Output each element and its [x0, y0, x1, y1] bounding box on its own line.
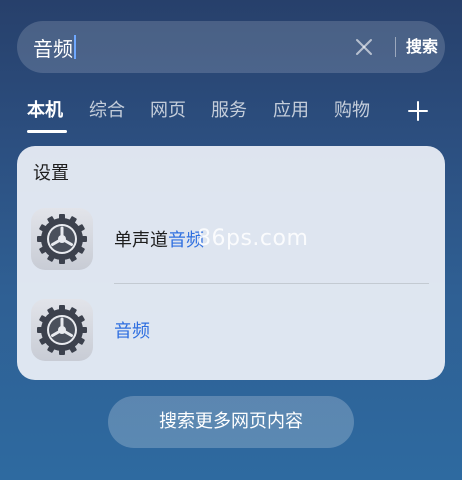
tab-apps[interactable]: 应用 [273, 95, 309, 127]
result-item-audio[interactable]: 音频 [17, 295, 445, 365]
result-divider [114, 283, 429, 284]
card-title: 设置 [33, 163, 69, 184]
plus-icon[interactable] [406, 99, 430, 123]
settings-gear-icon [31, 208, 93, 270]
result-label: 音频 [114, 317, 150, 343]
settings-results-card: 设置 单声道音频 音频 86ps.com [17, 146, 445, 380]
result-label-highlight: 音频 [114, 321, 150, 342]
watermark-text: 86ps.com [197, 226, 309, 251]
search-button[interactable]: 搜索 [406, 33, 438, 61]
tab-comprehensive[interactable]: 综合 [89, 95, 125, 127]
category-tabs: 本机 综合 网页 服务 应用 购物 [0, 95, 462, 135]
search-screen: 音频 搜索 本机 综合 网页 服务 应用 购物 设置 单声道音频 音频 86ps… [0, 0, 462, 480]
search-query-text: 音频 [33, 36, 73, 61]
search-input[interactable]: 音频 [33, 33, 76, 62]
text-cursor [74, 35, 76, 59]
tab-local[interactable]: 本机 [27, 95, 63, 127]
search-more-web-button[interactable]: 搜索更多网页内容 [108, 396, 354, 448]
active-tab-indicator [27, 130, 67, 133]
close-icon[interactable] [353, 36, 375, 58]
settings-gear-icon [31, 299, 93, 361]
tab-web[interactable]: 网页 [150, 95, 186, 127]
search-bar[interactable]: 音频 搜索 [17, 21, 445, 73]
tab-shopping[interactable]: 购物 [334, 95, 370, 127]
result-label: 单声道音频 [114, 226, 204, 252]
result-label-prefix: 单声道 [114, 230, 168, 251]
tab-services[interactable]: 服务 [211, 95, 247, 127]
search-divider [395, 37, 396, 57]
